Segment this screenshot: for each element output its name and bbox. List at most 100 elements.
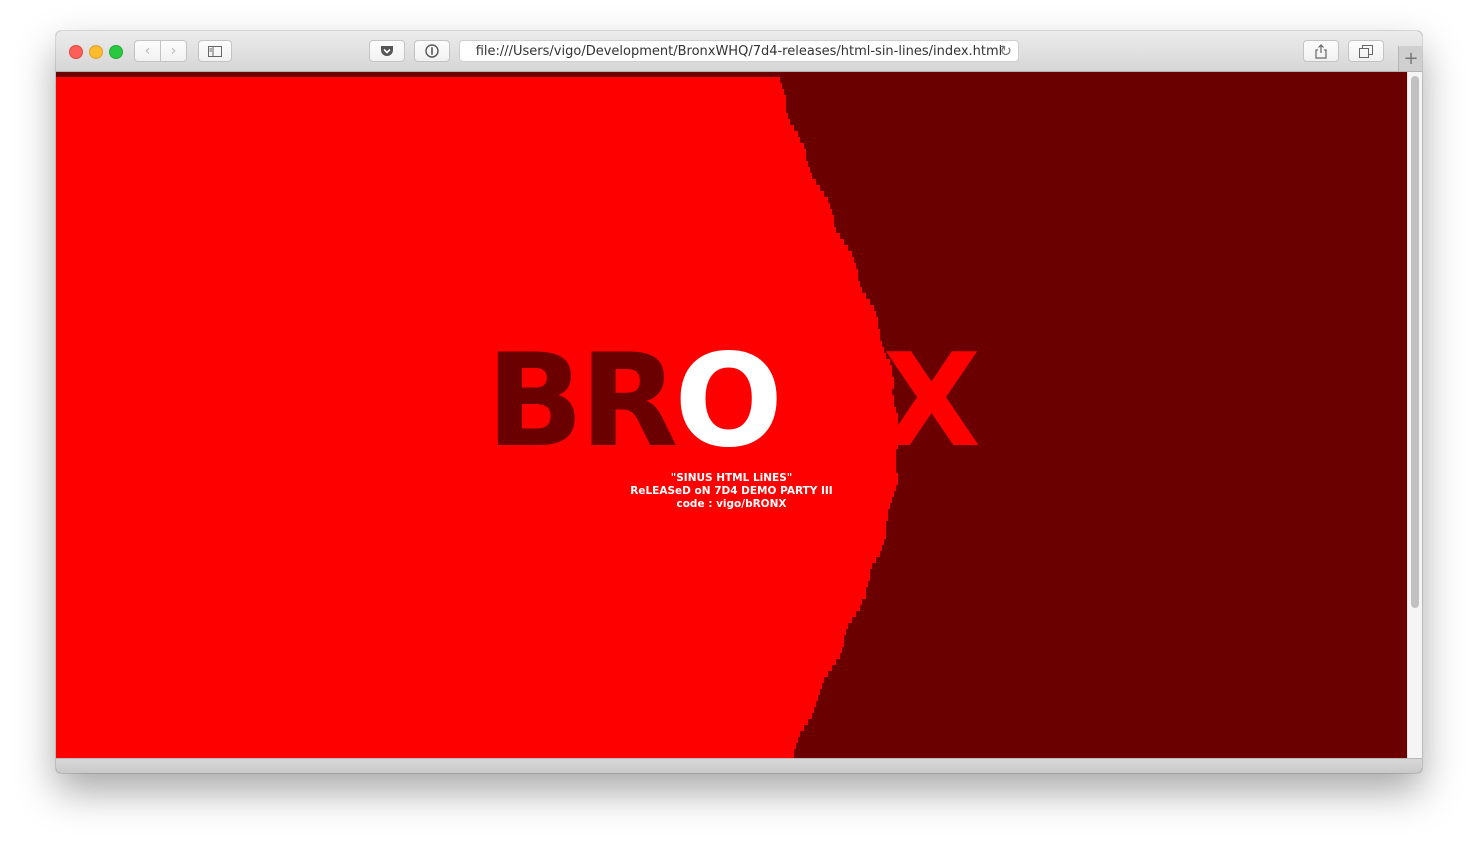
sine-line <box>56 641 844 647</box>
sine-line <box>56 95 786 101</box>
sine-line <box>56 185 820 191</box>
sine-line <box>56 635 844 641</box>
scrollbar-thumb[interactable] <box>1411 76 1419 608</box>
logo-letter-n: N <box>779 327 886 476</box>
sine-line <box>56 251 852 257</box>
address-bar[interactable]: file:///Users/vigo/Development/BronxWHQ/… <box>459 40 1019 62</box>
sine-line <box>56 677 824 683</box>
sine-line <box>56 215 834 221</box>
sine-line <box>56 89 784 95</box>
sine-line <box>56 257 854 263</box>
sine-line <box>56 227 836 233</box>
sine-line <box>56 683 822 689</box>
sine-line <box>56 125 794 131</box>
info-icon[interactable] <box>414 40 450 62</box>
sine-line <box>56 161 808 167</box>
sine-line <box>56 557 876 563</box>
credits-release: ReLEASeD oN 7D4 DEMO PARTY III <box>630 485 833 497</box>
sine-line <box>56 533 886 539</box>
sine-line <box>56 605 860 611</box>
sine-line <box>56 119 790 125</box>
sine-line <box>56 521 886 527</box>
sine-line <box>56 263 856 269</box>
reload-icon[interactable]: ↻ <box>999 42 1012 60</box>
sine-line <box>56 563 872 569</box>
sine-line <box>56 203 830 209</box>
sine-line <box>56 293 866 299</box>
sine-line <box>56 221 834 227</box>
back-icon[interactable]: ‹ <box>135 41 160 61</box>
sine-line <box>56 77 780 83</box>
sine-line <box>56 569 870 575</box>
sine-line <box>56 113 788 119</box>
sine-line <box>56 209 832 215</box>
sine-line <box>56 131 798 137</box>
sine-line <box>56 707 814 713</box>
address-bar-url: file:///Users/vigo/Development/BronxWHQ/… <box>475 43 1003 59</box>
minimize-window-button[interactable] <box>89 45 103 59</box>
sine-line <box>56 527 886 533</box>
sine-line <box>56 587 866 593</box>
sine-line <box>56 665 832 671</box>
sine-line <box>56 167 810 173</box>
sine-line <box>56 719 808 725</box>
sine-line <box>56 239 844 245</box>
sine-line <box>56 515 888 521</box>
sine-line <box>56 83 782 89</box>
sine-line <box>56 581 868 587</box>
sine-line <box>56 311 876 317</box>
sine-line <box>56 191 824 197</box>
sine-line <box>56 629 846 635</box>
sine-line <box>56 617 852 623</box>
top-band <box>56 72 1407 77</box>
vertical-scrollbar[interactable] <box>1407 72 1422 758</box>
sidebar-icon[interactable] <box>198 40 232 62</box>
sine-line <box>56 275 858 281</box>
credits-block: "SINUS HTML LiNES" ReLEASeD oN 7D4 DEMO … <box>56 472 1407 511</box>
sine-line <box>56 599 862 605</box>
sine-line <box>56 743 796 749</box>
new-tab-icon[interactable]: + <box>1398 46 1422 71</box>
sine-line <box>56 671 828 677</box>
sine-line <box>56 749 794 755</box>
bronx-logo: BRONX <box>56 337 1407 467</box>
sine-line <box>56 233 840 239</box>
sine-line <box>56 179 816 185</box>
sine-line <box>56 689 820 695</box>
sine-line <box>56 539 884 545</box>
sine-line <box>56 245 848 251</box>
logo-letter-o: O <box>674 327 783 476</box>
sine-line <box>56 287 862 293</box>
window-bottom-edge <box>56 758 1422 773</box>
sine-line <box>56 137 800 143</box>
logo-letter-r: R <box>579 327 679 476</box>
browser-window: ‹ › file:///Users/vigo/Development/Bronx… <box>56 31 1422 773</box>
sine-line <box>56 317 878 323</box>
credits-code: code : vigo/bRONX <box>676 498 787 510</box>
forward-icon[interactable]: › <box>160 41 186 61</box>
sine-line <box>56 575 870 581</box>
sine-line <box>56 623 848 629</box>
history-nav: ‹ › <box>134 40 187 62</box>
sine-line <box>56 101 786 107</box>
sine-line <box>56 107 786 113</box>
sine-line <box>56 695 818 701</box>
sine-line <box>56 173 812 179</box>
sine-line <box>56 269 858 275</box>
share-icon[interactable] <box>1303 40 1339 62</box>
sine-line <box>56 731 800 737</box>
logo-letter-b: B <box>486 327 584 476</box>
sine-line <box>56 197 828 203</box>
sine-line <box>56 305 874 311</box>
close-window-button[interactable] <box>69 45 83 59</box>
zoom-window-button[interactable] <box>109 45 123 59</box>
pocket-icon[interactable] <box>369 40 405 62</box>
sine-line <box>56 545 882 551</box>
sine-line <box>56 551 880 557</box>
page-content: BRONX "SINUS HTML LiNES" ReLEASeD oN 7D4… <box>56 72 1407 758</box>
sine-line <box>56 659 836 665</box>
sine-line <box>56 737 798 743</box>
sine-line <box>56 713 812 719</box>
tabs-icon[interactable] <box>1348 40 1384 62</box>
sine-line <box>56 155 806 161</box>
